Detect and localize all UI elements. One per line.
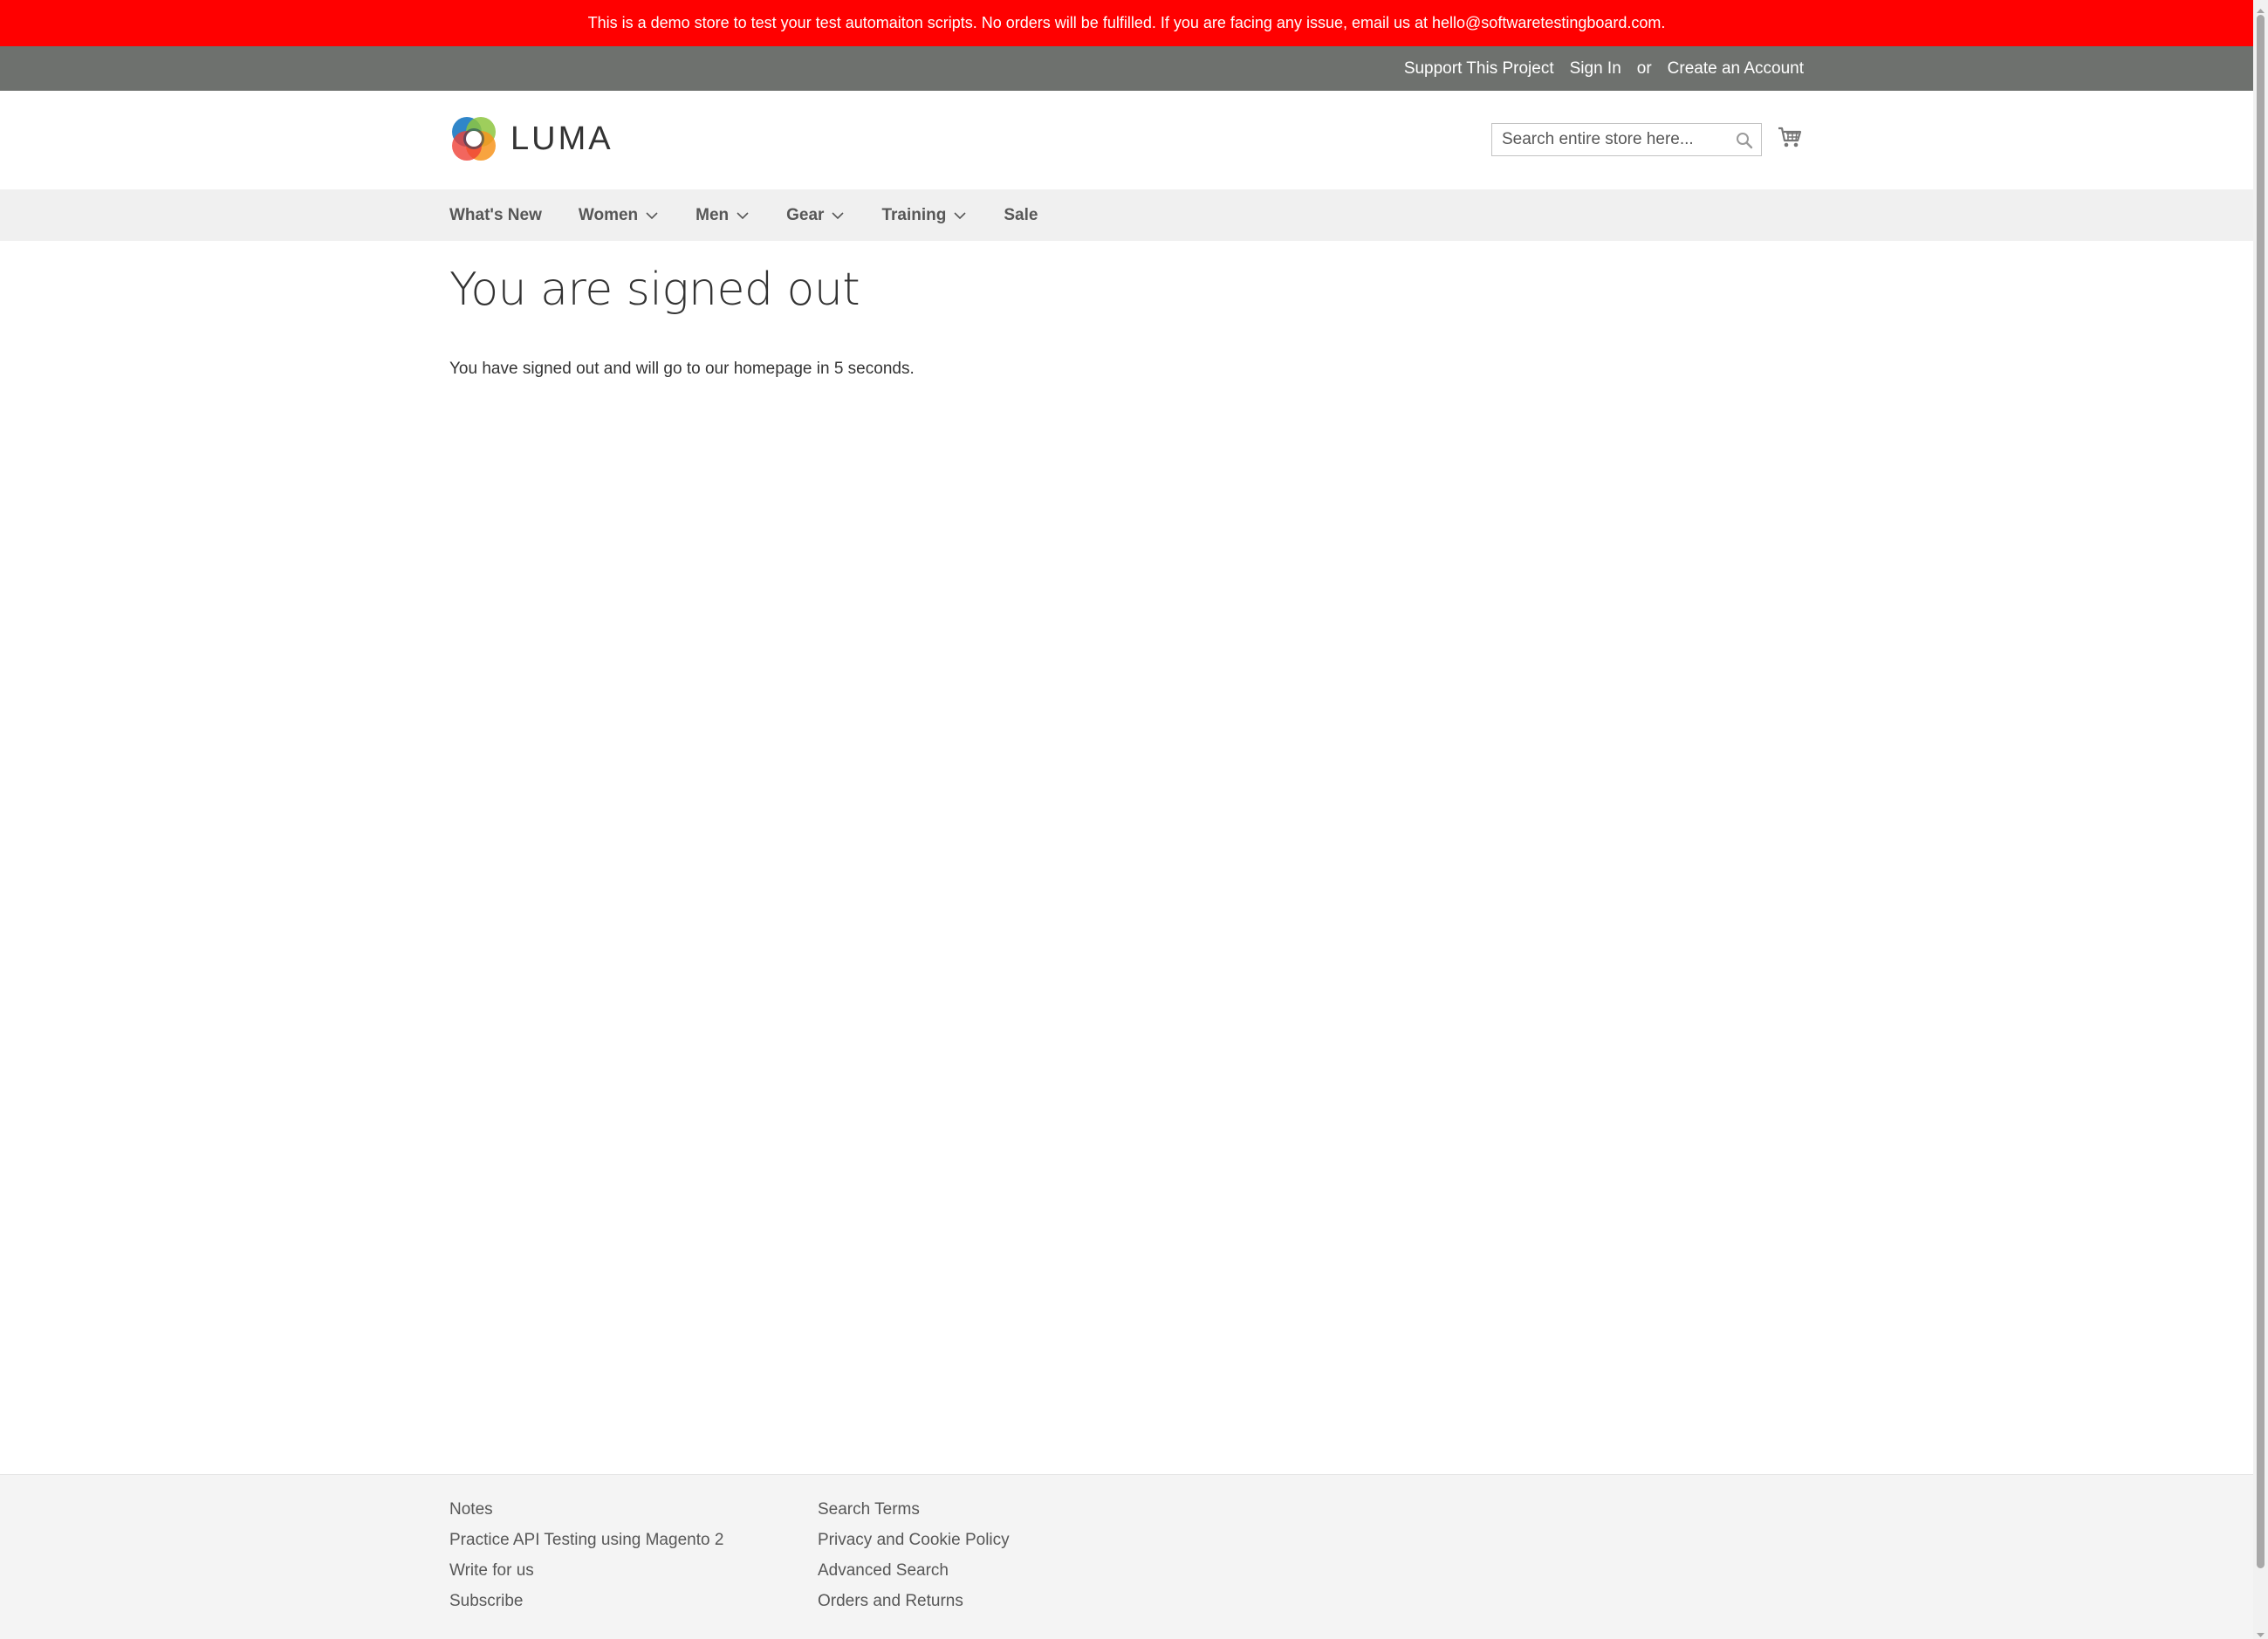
nav-item-label: Women: [578, 205, 639, 224]
page: This is a demo store to test your test a…: [0, 0, 2268, 1639]
nav-item-label: Training: [881, 205, 947, 224]
signout-message: You have signed out and will go to our h…: [449, 360, 915, 378]
nav-menu: What's New Women Men Gear Training Sale: [449, 189, 1074, 241]
nav-item-gear[interactable]: Gear: [786, 206, 845, 225]
site-footer: Notes Practice API Testing using Magento …: [0, 1474, 2253, 1639]
footer-link-practice-api-testing-using-magento-2[interactable]: Practice API Testing using Magento 2: [449, 1531, 723, 1549]
chevron-down-icon: [736, 209, 750, 223]
footer-link-notes[interactable]: Notes: [449, 1500, 493, 1519]
footer-link-item: Advanced Search: [818, 1555, 1186, 1586]
footer-link-item: Notes: [449, 1494, 818, 1525]
demo-notice-banner: This is a demo store to test your test a…: [0, 0, 2253, 46]
logo-text: LUMA: [510, 120, 613, 157]
scrollbar-thumb[interactable]: [2257, 15, 2265, 1568]
demo-notice-text: This is a demo store to test your test a…: [587, 14, 1666, 31]
nav-item-women[interactable]: Women: [579, 206, 659, 225]
or-separator: or: [1636, 58, 1652, 78]
footer-link-item: Subscribe: [449, 1586, 818, 1616]
footer-links-column-1: Notes Practice API Testing using Magento …: [449, 1494, 818, 1616]
footer-link-item: Orders and Returns: [818, 1586, 1186, 1616]
top-links-bar: Support This Project Sign In or Create a…: [0, 46, 2253, 91]
main-navigation: What's New Women Men Gear Training Sale: [0, 189, 2253, 241]
nav-item-label: Gear: [786, 205, 825, 224]
store-logo[interactable]: LUMA: [449, 114, 613, 163]
page-title: You are signed out: [449, 264, 860, 316]
footer-link-search-terms[interactable]: Search Terms: [818, 1500, 920, 1519]
main-content: You are signed out You have signed out a…: [0, 241, 2253, 1454]
luma-logo-icon: [449, 114, 498, 163]
footer-link-privacy-and-cookie-policy[interactable]: Privacy and Cookie Policy: [818, 1531, 1010, 1549]
support-project-link[interactable]: Support This Project: [1404, 59, 1554, 79]
search-icon[interactable]: [1735, 131, 1754, 150]
shopping-cart-icon[interactable]: [1777, 124, 1803, 150]
chevron-down-icon: [953, 209, 967, 223]
sign-in-link[interactable]: Sign In: [1570, 59, 1621, 79]
browser-viewport: This is a demo store to test your test a…: [0, 0, 2253, 1639]
chevron-down-icon: [831, 209, 845, 223]
nav-item-label: Men: [695, 205, 730, 224]
scroll-down-arrow-icon[interactable]: [2257, 1628, 2265, 1637]
footer-links-column-2: Search Terms Privacy and Cookie Policy Adv…: [818, 1494, 1186, 1616]
nav-item-label: Sale: [1004, 205, 1038, 224]
nav-item-sale[interactable]: Sale: [1004, 206, 1038, 225]
header-links: Support This Project Sign In or Create a…: [1404, 46, 1804, 91]
footer-link-write-for-us[interactable]: Write for us: [449, 1561, 534, 1580]
footer-link-item: Privacy and Cookie Policy: [818, 1525, 1186, 1555]
scroll-up-arrow-icon[interactable]: [2257, 3, 2265, 13]
vertical-scrollbar[interactable]: [2253, 0, 2268, 1639]
nav-item-label: What's New: [449, 205, 542, 224]
footer-link-orders-and-returns[interactable]: Orders and Returns: [818, 1592, 963, 1610]
footer-link-subscribe[interactable]: Subscribe: [449, 1592, 524, 1610]
nav-item-training[interactable]: Training: [881, 206, 967, 225]
chevron-down-icon: [645, 209, 659, 223]
search-form: [1491, 123, 1762, 156]
footer-link-item: Write for us: [449, 1555, 818, 1586]
footer-link-item: Search Terms: [818, 1494, 1186, 1525]
nav-item-men[interactable]: Men: [695, 206, 750, 225]
search-input[interactable]: [1492, 124, 1724, 155]
create-account-link[interactable]: Create an Account: [1668, 59, 1804, 79]
footer-link-item: Practice API Testing using Magento 2: [449, 1525, 818, 1555]
site-header: LUMA: [0, 91, 2253, 189]
nav-item-what-s-new[interactable]: What's New: [449, 206, 542, 225]
footer-link-advanced-search[interactable]: Advanced Search: [818, 1561, 949, 1580]
